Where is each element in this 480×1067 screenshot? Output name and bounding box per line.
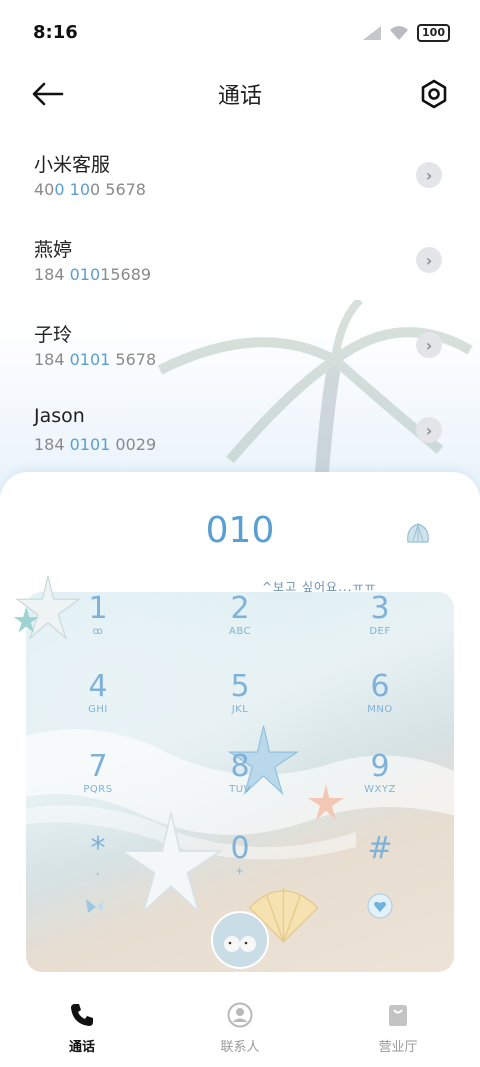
key-digit: 2 [230, 592, 250, 626]
number-part: 184 [34, 435, 70, 454]
number-part: 0 5678 [90, 180, 146, 199]
shell-delete-icon[interactable] [404, 520, 432, 548]
key-letters: TUV [229, 784, 251, 795]
number-match: 0101 [69, 350, 111, 369]
key-hash[interactable]: # [330, 832, 430, 866]
contact-row[interactable]: Jason 184 0101 0029 › [0, 395, 480, 480]
key-digit: 7 [88, 749, 108, 784]
status-time: 8:16 [33, 22, 78, 43]
settings-gear-icon[interactable] [418, 78, 450, 110]
nav-tab-calls[interactable]: 通话 [32, 1002, 132, 1055]
key-7[interactable]: 7 PQRS [48, 749, 148, 796]
key-8[interactable]: 8 TUV [190, 749, 290, 796]
heart-shell-decoration [367, 893, 393, 919]
key-digit: 5 [230, 669, 250, 704]
page-title: 通话 [217, 84, 262, 109]
nav-tab-contacts[interactable]: 联系人 [190, 1002, 290, 1055]
header: 通话 [0, 66, 480, 122]
contact-number: 184 0101 0029 [34, 435, 156, 454]
contact-name: 子玲 [34, 324, 73, 346]
contact-number: 184 0101 5678 [34, 350, 156, 369]
key-digit: 4 [88, 669, 108, 704]
nav-tab-store[interactable]: 营业厅 [348, 1002, 448, 1055]
bottom-navigation: 通话 联系人 营业厅 [0, 990, 480, 1067]
nav-label: 营业厅 [378, 1040, 418, 1055]
key-6[interactable]: 6 MNO [330, 669, 430, 716]
key-2[interactable]: 2 ABC [190, 592, 290, 637]
contact-name: Jason [34, 405, 85, 427]
call-button-icon[interactable] [210, 910, 270, 970]
number-part: 40 [34, 180, 55, 199]
contact-detail-button[interactable]: › [416, 332, 442, 358]
key-digit: 3 [370, 592, 390, 626]
key-letters: WXYZ [364, 784, 396, 795]
chevron-right-icon: › [425, 420, 433, 440]
chevron-right-icon: › [425, 165, 433, 185]
number-match: 0 [54, 180, 65, 199]
key-digit: 9 [370, 749, 390, 784]
number-part: 15689 [100, 265, 152, 284]
key-letters: , [96, 866, 100, 877]
key-5[interactable]: 5 JKL [190, 669, 290, 716]
chevron-right-icon: › [425, 250, 433, 270]
key-digit: 6 [370, 669, 390, 704]
key-0[interactable]: 0 + [190, 831, 290, 878]
key-letters: ABC [228, 626, 251, 637]
key-letters: MNO [367, 704, 393, 715]
shopping-bag-icon [389, 1005, 407, 1026]
contact-row[interactable]: 燕婷 184 01015689 › [0, 225, 480, 310]
key-digit: * [90, 831, 106, 866]
key-digit: 0 [230, 831, 250, 866]
chevron-right-icon: › [425, 335, 433, 355]
nav-label: 联系人 [220, 1040, 260, 1055]
battery-icon: 100 [417, 24, 450, 42]
key-letters: DEF [369, 626, 391, 637]
contact-number: 184 01015689 [34, 265, 151, 284]
number-part: 184 [34, 265, 70, 284]
person-icon [227, 1002, 253, 1028]
number-match: 0101 [69, 435, 111, 454]
keypad: 1ꝏ 2 ABC 3 DEF 4 GHI 5 JKL 6 MNO 7 PQRS 8 TUV 9… [26, 592, 454, 972]
contact-detail-button[interactable]: › [416, 247, 442, 273]
key-letters: GHI [88, 704, 108, 715]
corner-starfish-decoration [13, 575, 81, 640]
nav-label: 通话 [68, 1040, 95, 1055]
contact-row[interactable]: 子玲 184 0101 5678 › [0, 310, 480, 395]
key-9[interactable]: 9 WXYZ [330, 749, 430, 796]
key-star[interactable]: *, [48, 831, 148, 878]
key-3[interactable]: 3 DEF [330, 592, 430, 637]
phone-icon [71, 1004, 93, 1026]
contact-name: 小米客服 [34, 154, 111, 176]
number-match: 010 [69, 265, 101, 284]
number-part: 5678 [110, 350, 157, 369]
key-letters: + [235, 866, 245, 877]
key-letters: JKL [231, 704, 249, 715]
status-bar: 8:16 100 [0, 0, 480, 66]
key-4[interactable]: 4 GHI [48, 669, 148, 716]
contact-name: 燕婷 [34, 239, 73, 261]
signal-icon [363, 26, 382, 40]
status-icons: 100 [363, 24, 450, 42]
number-part: 0029 [110, 435, 157, 454]
recent-contacts-list: 小米客服 400 100 5678 › 燕婷 184 01015689 › 子玲… [0, 140, 480, 480]
contact-detail-button[interactable]: › [416, 417, 442, 443]
wifi-icon [390, 26, 409, 40]
number-part: 184 [34, 350, 70, 369]
dial-panel: 010 ^보고 싶어요...ㅠㅠ 1ꝏ 2 ABC 3 DEF 4 GHI 5 … [0, 472, 480, 992]
contact-number: 400 100 5678 [34, 180, 146, 199]
butterfly-decoration [86, 899, 104, 913]
key-letters: PQRS [83, 784, 113, 795]
number-match: 10 [69, 180, 90, 199]
contact-row[interactable]: 小米客服 400 100 5678 › [0, 140, 480, 225]
key-digit: 8 [230, 749, 250, 784]
contact-detail-button[interactable]: › [416, 162, 442, 188]
key-digit: # [367, 831, 393, 866]
